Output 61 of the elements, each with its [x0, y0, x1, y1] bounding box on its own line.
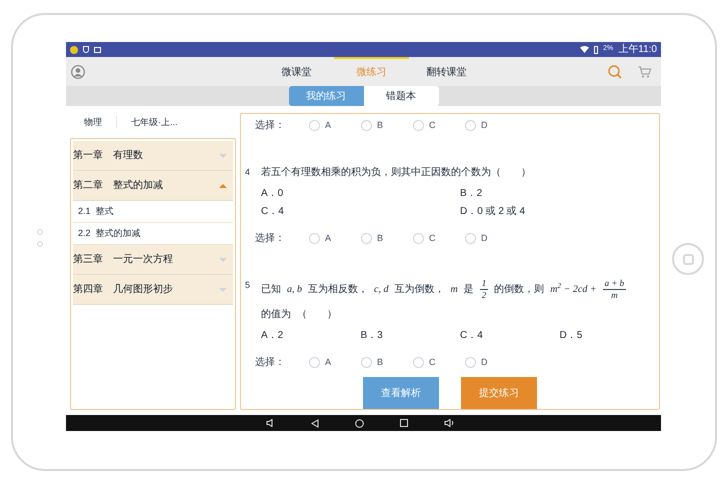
- radio-option[interactable]: A: [309, 356, 347, 370]
- camera-icon: [36, 229, 43, 247]
- radio-option[interactable]: D: [465, 118, 503, 132]
- radio-option[interactable]: A: [309, 232, 347, 246]
- answer-option: C．4: [460, 328, 560, 343]
- select-label: 选择：: [255, 118, 286, 133]
- select-label: 选择：: [255, 356, 286, 370]
- math-expression: m: [450, 283, 458, 297]
- math-expression: m$^{2}$ − 2cd +: [550, 282, 597, 297]
- answer-option: D．0 或 2 或 4: [460, 204, 659, 219]
- question-text: 的值为: [261, 308, 291, 322]
- volume-up-icon[interactable]: [444, 419, 455, 427]
- radio-option[interactable]: B: [361, 232, 399, 246]
- question-text: 互为倒数，: [394, 282, 444, 297]
- recent-apps-icon[interactable]: [400, 419, 408, 427]
- chapter-item[interactable]: 第一章 有理数: [73, 141, 233, 171]
- radio-option[interactable]: B: [361, 356, 399, 370]
- question-text: 是: [464, 283, 474, 297]
- chapter-item[interactable]: 第四章 几何图形初步: [73, 275, 233, 305]
- answer-option: B．3: [360, 328, 460, 343]
- radio-option[interactable]: B: [361, 118, 399, 132]
- filter-tab[interactable]: 物理: [70, 116, 116, 128]
- image-icon: [94, 46, 101, 52]
- segment-tab[interactable]: 错题本: [364, 86, 438, 106]
- answer-option: B．2: [460, 186, 659, 201]
- select-label: 选择：: [255, 232, 286, 246]
- question-number: 4: [245, 166, 252, 179]
- fraction: a + b m: [602, 278, 626, 301]
- wifi-icon: [580, 46, 590, 53]
- filter-tab[interactable]: 七年级·上...: [116, 116, 192, 128]
- battery-icon: [594, 46, 598, 54]
- nav-tab[interactable]: 微课堂: [259, 57, 334, 86]
- radio-option[interactable]: C: [413, 356, 451, 370]
- answer-option: A．2: [261, 328, 360, 343]
- question-text: 若五个有理数相乘的积为负，则其中正因数的个数为（ ）: [261, 166, 531, 180]
- back-icon[interactable]: [311, 418, 319, 428]
- question-number: 5: [245, 279, 252, 292]
- answer-option: C．4: [261, 204, 460, 219]
- app-icon: [70, 46, 78, 54]
- radio-option[interactable]: C: [413, 118, 451, 132]
- home-icon[interactable]: [355, 418, 364, 428]
- radio-option[interactable]: A: [309, 118, 347, 132]
- chapter-item[interactable]: 第二章 整式的加减: [73, 171, 233, 201]
- shield-icon: [83, 46, 89, 53]
- question-text: 的倒数，则: [494, 283, 544, 297]
- question-text: 互为相反数，: [308, 282, 368, 297]
- chapter-item[interactable]: 第三章 一元一次方程: [73, 245, 233, 275]
- question-text: （ ）: [297, 308, 337, 322]
- radio-option[interactable]: D: [465, 232, 503, 246]
- fraction: 1 2: [480, 278, 488, 301]
- question-text: 已知: [261, 283, 281, 297]
- clock: 上午11:0: [618, 42, 657, 57]
- math-expression: c, d: [374, 283, 388, 297]
- math-expression: a, b: [287, 283, 302, 297]
- radio-option[interactable]: C: [413, 232, 451, 246]
- answer-option: D．5: [560, 328, 659, 343]
- answer-option: A．0: [261, 186, 460, 201]
- nav-tab[interactable]: 翻转课堂: [409, 57, 484, 86]
- volume-down-icon[interactable]: [266, 419, 275, 427]
- radio-option[interactable]: D: [465, 356, 503, 370]
- user-avatar-icon[interactable]: [71, 64, 85, 78]
